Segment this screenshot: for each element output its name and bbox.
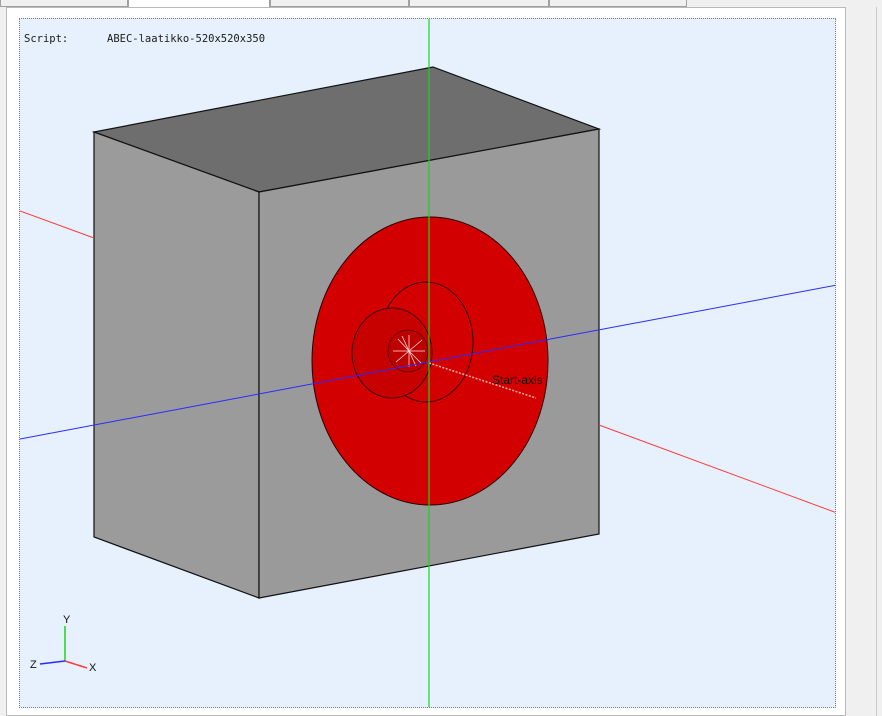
tab-1[interactable] — [0, 0, 128, 7]
box-left-face — [93, 131, 260, 599]
tab-4[interactable] — [409, 0, 549, 7]
scene-drawing: Start-axis Y Z X — [20, 19, 835, 707]
sidebar-edge — [849, 7, 882, 716]
script-name: ABEC-laatikko-520x520x350 — [107, 33, 266, 45]
script-label: Script: — [24, 33, 69, 45]
start-axis-label: Start-axis — [492, 373, 543, 387]
3d-viewport[interactable]: Start-axis Y Z X — [19, 18, 836, 708]
orientation-triad: Y Z X — [30, 614, 97, 674]
triad-x-label: X — [89, 662, 97, 674]
triad-z-label: Z — [30, 659, 37, 671]
x-axis-right — [598, 424, 835, 513]
x-axis-left — [20, 210, 95, 239]
tab-3[interactable] — [270, 0, 409, 7]
triad-y-label: Y — [63, 614, 71, 626]
tab-5[interactable] — [549, 0, 687, 7]
